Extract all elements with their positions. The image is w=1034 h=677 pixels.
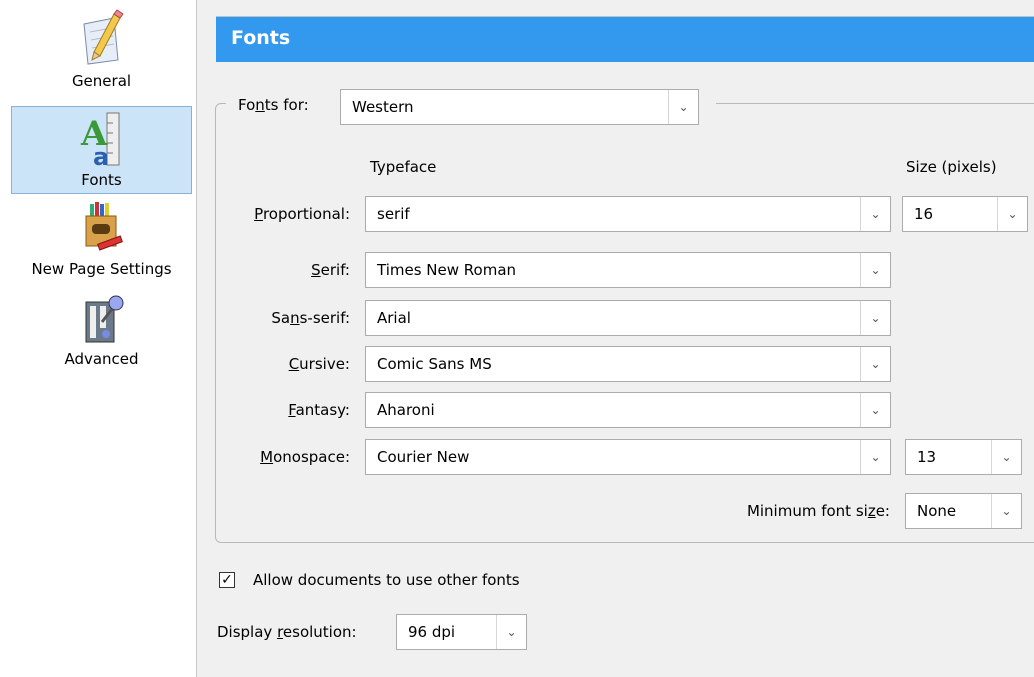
proportional-size-value: 16 [914,205,934,223]
chevron-down-icon: ⌄ [860,440,890,474]
minimum-font-size-value: None [917,502,957,520]
sans-serif-value: Arial [377,309,411,327]
page-title: Fonts [231,27,291,49]
sidebar-item-general[interactable]: General [11,8,192,96]
chevron-down-icon: ⌄ [860,393,890,427]
fantasy-label: Fantasy: [288,401,350,419]
sidebar-item-label: Fonts [81,171,122,189]
fantasy-value: Aharoni [377,401,435,419]
cursive-select[interactable]: Comic Sans MS ⌄ [365,346,891,382]
display-resolution-label: Display resolution: [217,623,357,641]
sans-serif-select[interactable]: Arial ⌄ [365,300,891,336]
chevron-down-icon: ⌄ [997,197,1027,231]
switch-icon [85,295,123,343]
minimum-font-size-select[interactable]: None ⌄ [905,493,1022,529]
serif-label: Serif: [311,261,350,279]
sidebar-item-label: Advanced [64,350,139,368]
fonts-for-value: Western [352,98,414,116]
chevron-down-icon: ⌄ [860,347,890,381]
chevron-down-icon: ⌄ [860,197,890,231]
allow-fonts-label[interactable]: Allow documents to use other fonts [253,571,520,589]
allow-fonts-checkbox[interactable]: ✓ [219,572,235,588]
minimum-font-size-label: Minimum font size: [746,502,890,520]
cursive-value: Comic Sans MS [377,355,492,373]
sidebar-item-fonts[interactable]: A a Fonts [11,106,192,194]
crayon-box-icon [85,202,123,251]
proportional-value: serif [377,205,410,223]
monospace-size-value: 13 [917,448,937,466]
display-resolution-select[interactable]: 96 dpi ⌄ [396,614,527,650]
cursive-label: Cursive: [288,355,350,373]
proportional-select[interactable]: serif ⌄ [365,196,891,232]
sidebar-item-advanced[interactable]: Advanced [11,292,192,380]
proportional-label: Proportional: [254,205,350,223]
sidebar-item-label: New Page Settings [31,260,172,278]
typeface-column-header: Typeface [370,158,437,176]
chevron-down-icon: ⌄ [860,301,890,335]
fonts-icon: A a [80,112,119,169]
checkmark-icon: ✓ [221,572,233,588]
size-column-header: Size (pixels) [906,158,997,176]
chevron-down-icon: ⌄ [991,440,1021,474]
svg-text:a: a [93,143,109,169]
chevron-down-icon: ⌄ [860,253,890,287]
pencil-paper-icon [82,9,124,65]
serif-select[interactable]: Times New Roman ⌄ [365,252,891,288]
sidebar-item-new-page-settings[interactable]: New Page Settings [11,200,192,288]
proportional-size-select[interactable]: 16 ⌄ [902,196,1028,232]
sidebar-item-label: General [71,72,132,90]
fonts-for-select[interactable]: Western ⌄ [340,89,699,125]
fonts-for-label: Fonts for: [238,96,309,114]
chevron-down-icon: ⌄ [991,494,1021,528]
monospace-select[interactable]: Courier New ⌄ [365,439,891,475]
page-header: Fonts [216,16,1034,62]
chevron-down-icon: ⌄ [496,615,526,649]
chevron-down-icon: ⌄ [668,90,698,124]
serif-value: Times New Roman [377,261,517,279]
sidebar: General A a Fonts New Page Settings Adva… [0,0,197,677]
monospace-value: Courier New [377,448,470,466]
fantasy-select[interactable]: Aharoni ⌄ [365,392,891,428]
display-resolution-value: 96 dpi [408,623,456,641]
monospace-label: Monospace: [260,448,350,466]
monospace-size-select[interactable]: 13 ⌄ [905,439,1022,475]
sans-serif-label: Sans-serif: [271,309,350,327]
